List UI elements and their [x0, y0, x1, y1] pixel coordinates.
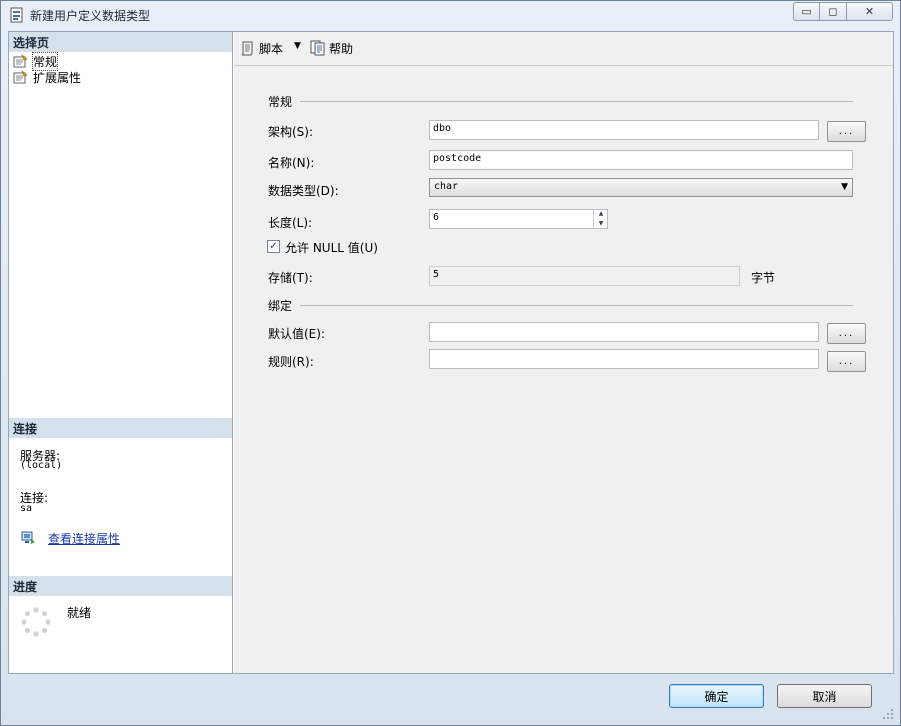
spin-down-icon[interactable]: ▼ — [594, 219, 608, 229]
script-dropdown-icon[interactable]: ▼ — [294, 41, 301, 51]
resize-grip-icon[interactable] — [881, 707, 895, 721]
help-button[interactable]: 帮助 — [310, 39, 353, 57]
storage-unit: 字节 — [751, 271, 776, 285]
page-item-extended-properties[interactable]: 扩展属性 — [13, 69, 81, 85]
chevron-down-icon: ▼ — [841, 182, 848, 192]
database-type-icon — [10, 7, 23, 23]
binding-section-divider — [300, 305, 853, 306]
page-item-label: 常规 — [31, 51, 59, 71]
page-item-label: 扩展属性 — [33, 70, 82, 85]
length-label: 长度(L): — [268, 216, 313, 230]
connection-value: sa — [20, 503, 33, 514]
ok-button[interactable]: 确定 — [669, 684, 764, 708]
progress-spinner-icon — [21, 607, 51, 637]
length-stepper[interactable]: ▲ ▼ — [593, 209, 608, 229]
datatype-selected-value: char — [434, 181, 459, 192]
help-icon — [310, 40, 325, 56]
schema-label: 架构(S): — [268, 125, 314, 139]
server-value: (local) — [20, 460, 63, 471]
page-icon — [13, 54, 28, 68]
dialog-footer — [1, 675, 900, 725]
close-icon: ✕ — [864, 5, 875, 18]
schema-browse-button[interactable]: ... — [827, 121, 866, 142]
minimize-button[interactable]: ▭ — [793, 2, 820, 21]
minimize-icon: ▭ — [801, 5, 812, 18]
rule-label: 规则(R): — [268, 355, 314, 369]
help-label: 帮助 — [329, 41, 354, 56]
allow-null-checkbox[interactable]: ✓ — [267, 240, 280, 253]
maximize-icon: ◻ — [828, 5, 838, 18]
script-label: 脚本 — [259, 41, 284, 56]
script-icon — [241, 41, 253, 56]
progress-header: 进度 — [9, 576, 232, 596]
maximize-button[interactable]: ◻ — [820, 2, 847, 21]
right-pane: 脚本 ▼ 帮助 常规 架构(S): dbo ... 名称(N): postcod… — [234, 32, 893, 673]
datatype-label: 数据类型(D): — [268, 184, 339, 198]
close-button[interactable]: ✕ — [847, 2, 893, 21]
page-item-general[interactable]: 常规 — [13, 51, 59, 71]
connection-header: 连接 — [9, 418, 232, 438]
datatype-select[interactable]: char ▼ — [429, 178, 853, 197]
name-label: 名称(N): — [268, 156, 315, 170]
schema-input[interactable]: dbo — [429, 120, 819, 140]
rule-input[interactable] — [429, 349, 819, 369]
page-icon — [13, 70, 28, 84]
storage-label: 存储(T): — [268, 271, 313, 285]
general-section-title: 常规 — [268, 95, 293, 109]
dialog-window: 新建用户定义数据类型 ▭ ◻ ✕ 选择页 常规 扩展属性 连接 服务器: (lo… — [0, 0, 901, 726]
default-browse-button[interactable]: ... — [827, 323, 866, 344]
connection-properties-icon — [21, 531, 35, 544]
allow-null-label[interactable]: 允许 NULL 值(U) — [285, 239, 378, 256]
title-bar[interactable]: 新建用户定义数据类型 ▭ ◻ ✕ — [1, 1, 900, 27]
select-page-header: 选择页 — [9, 32, 232, 52]
left-pane: 选择页 常规 扩展属性 连接 服务器: (local) 连接: sa 查看连接属… — [9, 32, 233, 673]
rule-browse-button[interactable]: ... — [827, 351, 866, 372]
binding-section-title: 绑定 — [268, 299, 293, 313]
toolbar: 脚本 ▼ 帮助 — [234, 32, 893, 66]
name-input[interactable]: postcode — [429, 150, 853, 170]
spin-up-icon[interactable]: ▲ — [594, 209, 608, 219]
general-section-divider — [300, 101, 853, 102]
length-input[interactable]: 6 — [429, 209, 608, 229]
script-button[interactable]: 脚本 — [240, 39, 283, 57]
cancel-button[interactable]: 取消 — [777, 684, 872, 708]
default-input[interactable] — [429, 322, 819, 342]
storage-input: 5 — [429, 266, 740, 286]
window-title: 新建用户定义数据类型 — [30, 9, 151, 23]
dialog-client-area: 选择页 常规 扩展属性 连接 服务器: (local) 连接: sa 查看连接属… — [8, 31, 894, 674]
progress-status: 就绪 — [67, 606, 92, 620]
default-label: 默认值(E): — [268, 327, 325, 341]
view-connection-properties-link[interactable]: 查看连接属性 — [48, 530, 120, 547]
